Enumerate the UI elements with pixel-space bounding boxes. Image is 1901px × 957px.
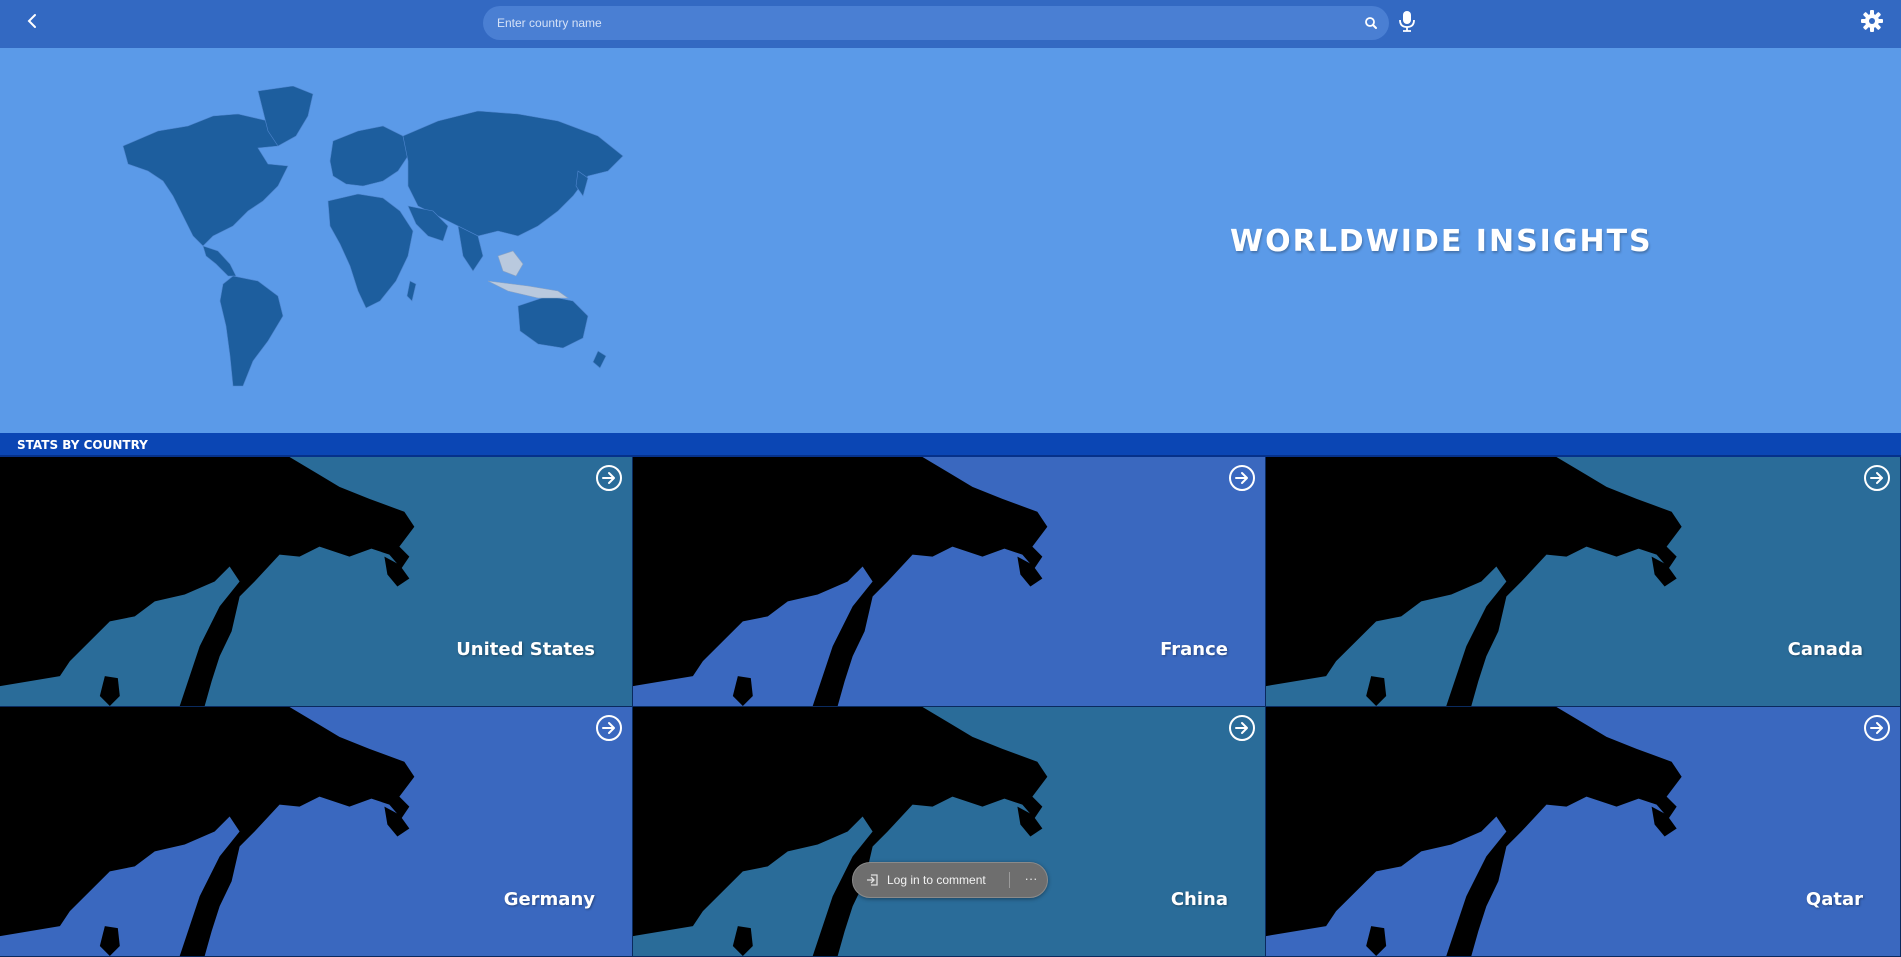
country-card[interactable]: Germany bbox=[0, 707, 633, 957]
country-name: Canada bbox=[1787, 639, 1863, 660]
login-to-comment-button[interactable]: Log in to comment bbox=[865, 863, 986, 897]
divider bbox=[1009, 872, 1010, 888]
map-background bbox=[1266, 707, 1682, 956]
search-icon[interactable] bbox=[1363, 15, 1379, 31]
page-title: WORLDWIDE INSIGHTS bbox=[1230, 224, 1653, 259]
country-card[interactable]: France bbox=[633, 457, 1266, 707]
more-options-button[interactable]: ··· bbox=[1019, 868, 1043, 892]
arrow-right-circle-icon[interactable] bbox=[1863, 714, 1891, 742]
arrow-right-circle-icon[interactable] bbox=[1228, 714, 1256, 742]
country-card[interactable]: Canada bbox=[1266, 457, 1901, 707]
login-icon bbox=[867, 874, 878, 886]
world-map[interactable] bbox=[118, 86, 628, 396]
country-grid: United States France Canada Germany China Qat… bbox=[0, 457, 1901, 957]
map-background bbox=[633, 457, 1048, 706]
arrow-right-circle-icon[interactable] bbox=[1228, 464, 1256, 492]
chevron-left-icon bbox=[27, 14, 36, 28]
microphone-icon[interactable] bbox=[1397, 9, 1417, 35]
country-name: United States bbox=[456, 639, 595, 660]
arrow-right-circle-icon[interactable] bbox=[595, 464, 623, 492]
gear-icon[interactable] bbox=[1860, 9, 1884, 33]
arrow-right-circle-icon[interactable] bbox=[595, 714, 623, 742]
map-background bbox=[1266, 457, 1682, 706]
country-name: Germany bbox=[503, 889, 595, 910]
map-background bbox=[633, 707, 1048, 956]
search-bar bbox=[483, 6, 1389, 40]
country-card[interactable]: China bbox=[633, 707, 1266, 957]
country-card[interactable]: United States bbox=[0, 457, 633, 707]
login-label: Log in to comment bbox=[887, 873, 986, 887]
comment-bar: Log in to comment ··· bbox=[852, 862, 1048, 898]
hero-banner: WORLDWIDE INSIGHTS bbox=[0, 48, 1901, 433]
arrow-right-circle-icon[interactable] bbox=[1863, 464, 1891, 492]
search-input[interactable] bbox=[497, 6, 1337, 40]
map-background bbox=[0, 707, 415, 956]
country-card[interactable]: Qatar bbox=[1266, 707, 1901, 957]
country-name: France bbox=[1160, 639, 1228, 660]
section-title: STATS BY COUNTRY bbox=[17, 438, 148, 452]
section-header: STATS BY COUNTRY bbox=[0, 433, 1901, 457]
country-name: China bbox=[1170, 889, 1228, 910]
map-background bbox=[0, 457, 415, 706]
back-button[interactable] bbox=[20, 8, 46, 34]
top-bar bbox=[0, 0, 1901, 48]
country-name: Qatar bbox=[1805, 889, 1863, 910]
